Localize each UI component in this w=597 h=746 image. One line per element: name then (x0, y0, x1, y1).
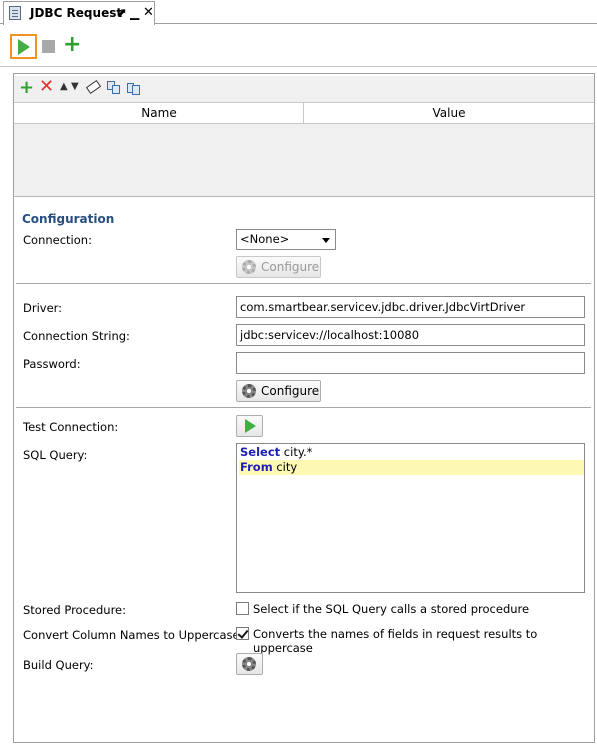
pin-icon[interactable]: ⬈ (117, 6, 126, 19)
test-connection-button[interactable] (236, 415, 263, 437)
driver-field[interactable]: com.smartbear.servicev.jdbc.driver.JdbcV… (236, 296, 585, 318)
sql-line-current: From city (239, 460, 584, 475)
sql-query-editor[interactable]: Select city.* From city (236, 443, 585, 593)
uppercase-checkbox[interactable] (236, 627, 249, 640)
chevron-down-icon (322, 238, 330, 243)
gear-icon (242, 657, 256, 671)
configure-connection-button[interactable]: Configure (236, 256, 321, 278)
build-query-label: Build Query: (23, 658, 94, 672)
connection-label: Connection: (23, 233, 92, 247)
gear-icon (242, 260, 256, 274)
jdbc-request-icon (9, 6, 21, 20)
column-header-name[interactable]: Name (14, 102, 304, 124)
connection-select[interactable]: <None> (236, 229, 336, 250)
properties-grid (14, 76, 594, 197)
build-query-button[interactable] (236, 653, 263, 675)
configure-driver-button[interactable]: Configure (236, 380, 321, 402)
sql-keyword: Select (240, 445, 281, 459)
tab-jdbc-request[interactable]: JDBC Request ⬈ ▁ ✕ (3, 1, 155, 25)
toolbar-divider (0, 66, 597, 67)
sql-keyword: From (240, 460, 273, 474)
tab-title: JDBC Request (30, 6, 123, 20)
connection-string-label: Connection String: (23, 329, 130, 343)
connection-select-value: <None> (240, 232, 290, 246)
delete-property-icon[interactable]: ✕ (39, 78, 54, 96)
stop-button[interactable] (42, 40, 55, 53)
driver-label: Driver: (23, 301, 63, 315)
sql-text: city (272, 460, 298, 474)
add-icon[interactable]: + (63, 34, 81, 56)
close-icon[interactable]: ✕ (143, 5, 154, 20)
stored-procedure-checkbox[interactable] (236, 602, 249, 615)
separator (16, 407, 591, 408)
uppercase-text[interactable]: Converts the names of fields in request … (253, 627, 597, 655)
sql-text: city.* (280, 445, 313, 459)
connection-string-field[interactable]: jdbc:servicev://localhost:10080 (236, 324, 585, 346)
configure-driver-label: Configure (261, 384, 320, 398)
password-label: Password: (23, 357, 81, 371)
sql-line: Select city.* (239, 445, 584, 460)
separator (16, 283, 591, 284)
column-header-value[interactable]: Value (304, 102, 594, 124)
minimize-icon[interactable]: ▁ (130, 6, 139, 20)
test-connection-label: Test Connection: (23, 420, 119, 434)
password-field[interactable] (236, 352, 585, 374)
add-property-icon[interactable]: + (19, 79, 34, 97)
stored-procedure-label: Stored Procedure: (23, 603, 127, 617)
sql-query-label: SQL Query: (23, 448, 88, 462)
move-up-icon[interactable]: ▲ (60, 81, 68, 92)
run-button[interactable] (10, 34, 37, 59)
gear-icon (242, 384, 256, 398)
configure-connection-label: Configure (261, 260, 320, 274)
move-down-icon[interactable]: ▼ (71, 81, 79, 92)
stored-procedure-text[interactable]: Select if the SQL Query calls a stored p… (253, 602, 529, 616)
load-properties-icon[interactable] (107, 81, 120, 94)
section-title-configuration: Configuration (22, 212, 115, 226)
uppercase-label: Convert Column Names to Uppercase: (23, 628, 244, 642)
save-properties-icon[interactable] (127, 82, 140, 95)
